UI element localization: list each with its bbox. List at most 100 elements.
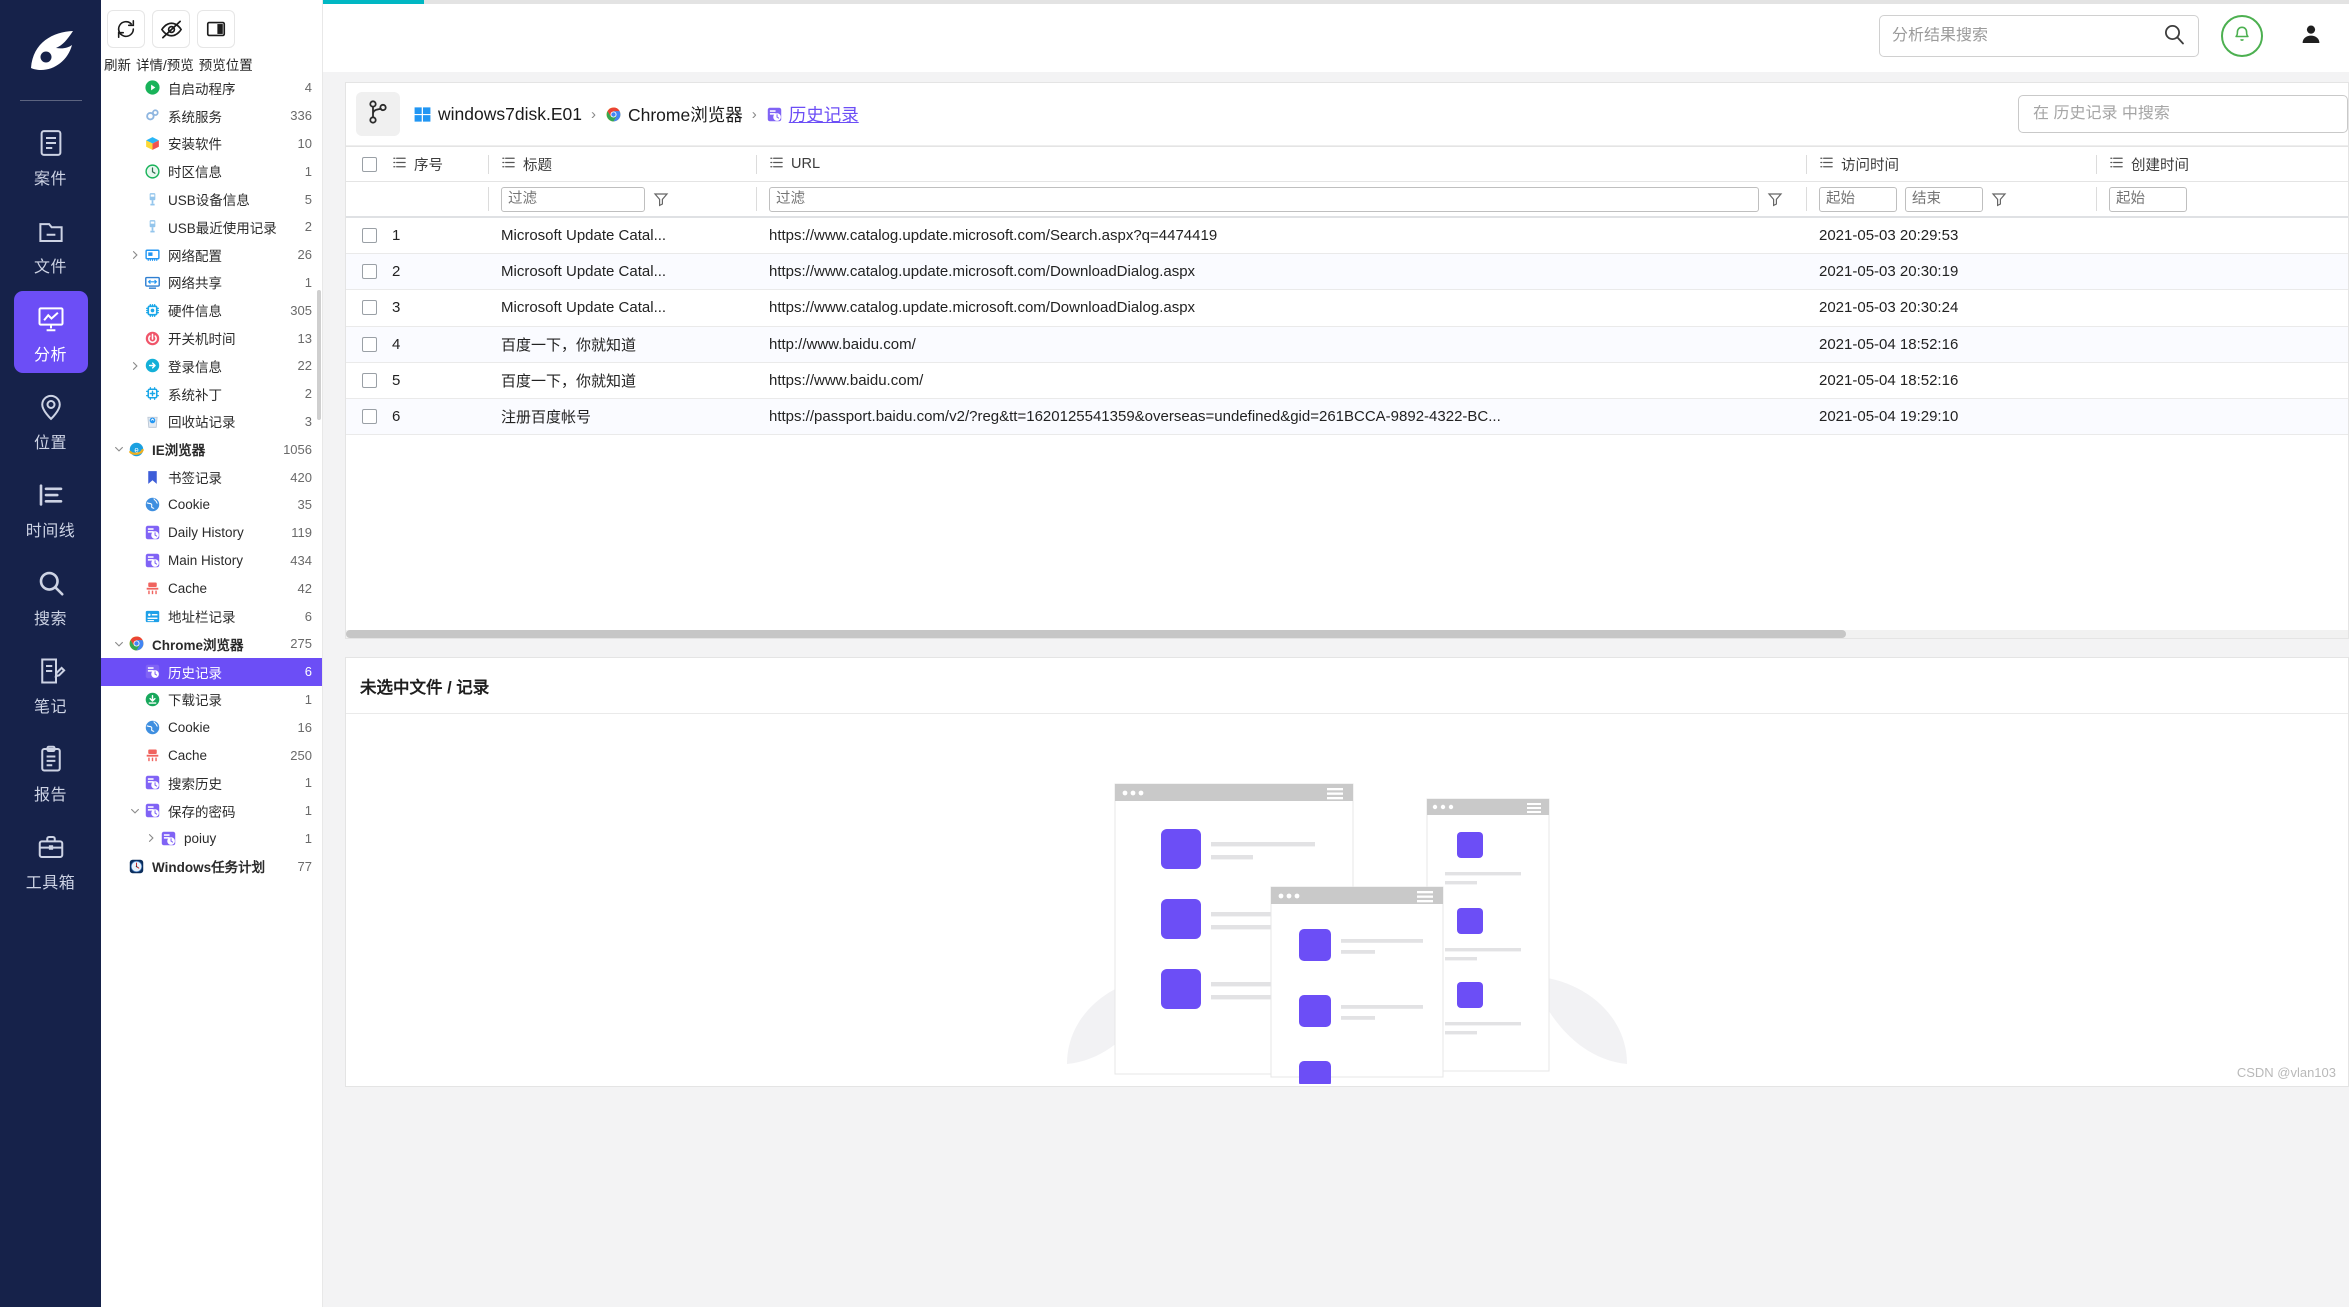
tree-caret-icon[interactable] xyxy=(127,805,142,817)
tree-node-3[interactable]: 安装软件 10 xyxy=(101,130,322,158)
table-row[interactable]: 6 注册百度帐号 https://passport.baidu.com/v2/?re… xyxy=(346,398,2348,436)
tree-node-9[interactable]: 硬件信息 305 xyxy=(101,296,322,324)
table-horizontal-scrollbar[interactable] xyxy=(346,630,2348,638)
toolbar-label-preview-position[interactable]: 预览位置 xyxy=(199,54,253,74)
tree-node-20[interactable]: 地址栏记录 6 xyxy=(101,602,322,630)
tree-node-6[interactable]: USB最近使用记录 2 xyxy=(101,213,322,241)
breadcrumb-item-2[interactable]: Chrome浏览器 xyxy=(605,102,743,127)
tree-node-13[interactable]: 回收站记录 3 xyxy=(101,408,322,436)
row-checkbox[interactable] xyxy=(362,372,377,388)
table-row[interactable]: 3 Microsoft Update Catal... https://www.ca… xyxy=(346,290,2348,327)
row-select-cell[interactable] xyxy=(346,228,392,244)
column-header-visit-time[interactable]: 访问时间 xyxy=(1806,147,2096,182)
column-header-idx[interactable]: 序号 xyxy=(392,147,488,182)
row-select-cell[interactable] xyxy=(346,409,392,425)
tree-scrollbar[interactable] xyxy=(317,290,321,420)
column-menu-icon[interactable] xyxy=(2109,155,2124,174)
row-checkbox[interactable] xyxy=(362,336,377,352)
table-scope-search-input[interactable] xyxy=(2033,105,2333,123)
tree-node-24[interactable]: Cookie 16 xyxy=(101,713,322,741)
tree-caret-icon[interactable] xyxy=(111,443,126,455)
row-checkbox[interactable] xyxy=(362,300,377,316)
toolbar-label-detail-preview[interactable]: 详情/预览 xyxy=(136,54,194,74)
table-scope-search[interactable] xyxy=(2018,95,2348,133)
tree-node-11[interactable]: 登录信息 22 xyxy=(101,352,322,380)
filter-funnel-icon[interactable] xyxy=(1767,191,1783,207)
filter-input-url[interactable] xyxy=(769,186,1759,212)
rail-item-8[interactable]: 报告 xyxy=(14,731,88,813)
tree-node-2[interactable]: 系统服务 336 xyxy=(101,102,322,130)
rail-item-1[interactable]: 案件 xyxy=(14,115,88,197)
tree-node-27[interactable]: 保存的密码 1 xyxy=(101,797,322,825)
filter-input-title[interactable] xyxy=(501,186,645,212)
tree-node-10[interactable]: 开关机时间 13 xyxy=(101,324,322,352)
tree-caret-icon[interactable] xyxy=(127,249,142,261)
table-row[interactable]: 2 Microsoft Update Catal... https://www.ca… xyxy=(346,254,2348,291)
user-avatar-button[interactable] xyxy=(2291,15,2331,57)
preview-position-button[interactable] xyxy=(197,10,235,48)
tree-node-15[interactable]: 书签记录 420 xyxy=(101,463,322,491)
tree-node-1[interactable]: 自启动程序 4 xyxy=(101,74,322,102)
filter-input-visit-end[interactable] xyxy=(1905,186,1983,212)
refresh-button[interactable] xyxy=(107,10,145,48)
tree-caret-icon[interactable] xyxy=(143,832,158,844)
row-checkbox[interactable] xyxy=(362,228,377,244)
rail-item-3[interactable]: 分析 xyxy=(13,291,88,373)
row-select-cell[interactable] xyxy=(346,336,392,352)
row-checkbox[interactable] xyxy=(362,409,377,425)
tree-node-19[interactable]: Cache 42 xyxy=(101,574,322,602)
column-menu-icon[interactable] xyxy=(501,155,516,174)
global-search[interactable] xyxy=(1879,15,2199,57)
toolbar-label-refresh[interactable]: 刷新 xyxy=(104,54,131,74)
filter-input-visit-start[interactable] xyxy=(1819,186,1897,212)
search-icon[interactable] xyxy=(2162,22,2186,51)
tree-caret-icon[interactable] xyxy=(111,638,126,650)
breadcrumb-item-1[interactable]: windows7disk.E01 xyxy=(413,104,582,125)
row-select-cell[interactable] xyxy=(346,300,392,316)
tree-node-17[interactable]: Daily History 119 xyxy=(101,519,322,547)
rail-item-4[interactable]: 位置 xyxy=(14,379,88,461)
column-header-create-time[interactable]: 创建时间 xyxy=(2096,147,2348,182)
row-select-cell[interactable] xyxy=(346,264,392,280)
column-header-title[interactable]: 标题 xyxy=(488,147,756,182)
filter-funnel-icon[interactable] xyxy=(653,191,669,207)
rail-item-2[interactable]: 文件 xyxy=(14,203,88,285)
tree-node-29[interactable]: Windows任务计划 77 xyxy=(101,852,322,880)
row-checkbox[interactable] xyxy=(362,264,377,280)
tree-node-14[interactable]: e IE浏览器 1056 xyxy=(101,435,322,463)
tree-node-28[interactable]: poiuy 1 xyxy=(101,825,322,853)
global-search-input[interactable] xyxy=(1892,27,2162,45)
rail-item-9[interactable]: 工具箱 xyxy=(14,819,88,901)
tree-node-4[interactable]: 时区信息 1 xyxy=(101,157,322,185)
tree-node-23[interactable]: 下载记录 1 xyxy=(101,686,322,714)
tree-caret-icon[interactable] xyxy=(127,360,142,372)
tree-node-26[interactable]: 搜索历史 1 xyxy=(101,769,322,797)
tree-node-25[interactable]: Cache 250 xyxy=(101,741,322,769)
tree-node-22[interactable]: 历史记录 6 xyxy=(101,657,322,686)
tree-node-16[interactable]: Cookie 35 xyxy=(101,491,322,519)
tree-node-8[interactable]: 网络共享 1 xyxy=(101,269,322,297)
tree-node-5[interactable]: USB设备信息 5 xyxy=(101,185,322,213)
tree-node-7[interactable]: 网络配置 26 xyxy=(101,241,322,269)
column-menu-icon[interactable] xyxy=(392,155,407,174)
detail-preview-button[interactable] xyxy=(152,10,190,48)
tree-node-21[interactable]: Chrome浏览器 275 xyxy=(101,630,322,658)
notification-button[interactable] xyxy=(2221,15,2263,57)
breadcrumb-item-3[interactable]: 历史记录 xyxy=(766,102,859,127)
select-all-cell[interactable] xyxy=(346,156,392,172)
select-all-checkbox[interactable] xyxy=(362,156,377,172)
breadcrumb[interactable]: windows7disk.E01 › Chrome浏览器 › 历史记录 xyxy=(413,102,859,127)
analysis-tree[interactable]: 自启动程序 4 系统服务 336 安装软件 10 时区信息 1 USB设备信息 5 USB最近使用记… xyxy=(101,74,322,1307)
table-row[interactable]: 1 Microsoft Update Catal... https://www.ca… xyxy=(346,218,2348,255)
table-row[interactable]: 4 百度一下，你就知道 http://www.baidu.com/2021-05-0… xyxy=(346,326,2348,363)
rail-item-6[interactable]: 搜索 xyxy=(14,555,88,637)
column-header-url[interactable]: URL xyxy=(756,147,1806,182)
column-menu-icon[interactable] xyxy=(1819,155,1834,174)
tree-node-12[interactable]: 系统补丁 2 xyxy=(101,380,322,408)
tree-node-18[interactable]: Main History 434 xyxy=(101,547,322,575)
table-row[interactable]: 5 百度一下，你就知道 https://www.baidu.com/2021-05-… xyxy=(346,363,2348,399)
column-menu-icon[interactable] xyxy=(769,155,784,174)
rail-item-7[interactable]: 笔记 xyxy=(14,643,88,725)
filter-funnel-icon[interactable] xyxy=(1991,191,2007,207)
branch-icon-button[interactable] xyxy=(356,92,400,136)
